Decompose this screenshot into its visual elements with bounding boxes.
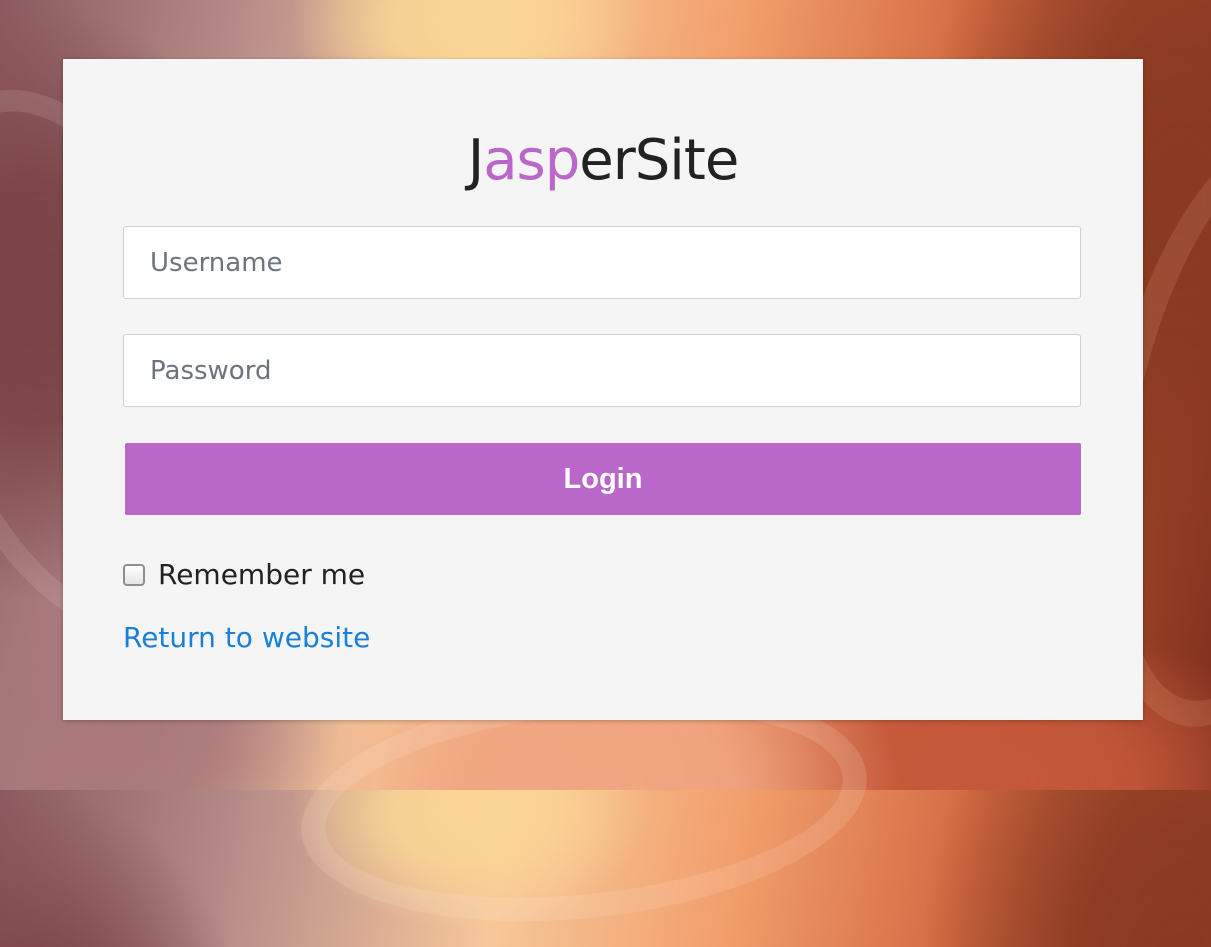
remember-me-checkbox[interactable] <box>123 564 145 586</box>
password-input[interactable] <box>123 334 1081 407</box>
brand-accent: asp <box>483 128 580 193</box>
remember-me-label[interactable]: Remember me <box>158 557 365 593</box>
return-to-website-link[interactable]: Return to website <box>123 619 370 657</box>
login-card: JasperSite Login Remember me Return to w… <box>63 59 1143 720</box>
brand-prefix: J <box>467 128 484 193</box>
login-button[interactable]: Login <box>125 443 1081 515</box>
brand-suffix: erSite <box>579 128 739 193</box>
remember-me-row[interactable]: Remember me <box>123 557 365 593</box>
username-input[interactable] <box>123 226 1081 299</box>
site-logo-title: JasperSite <box>63 129 1143 193</box>
